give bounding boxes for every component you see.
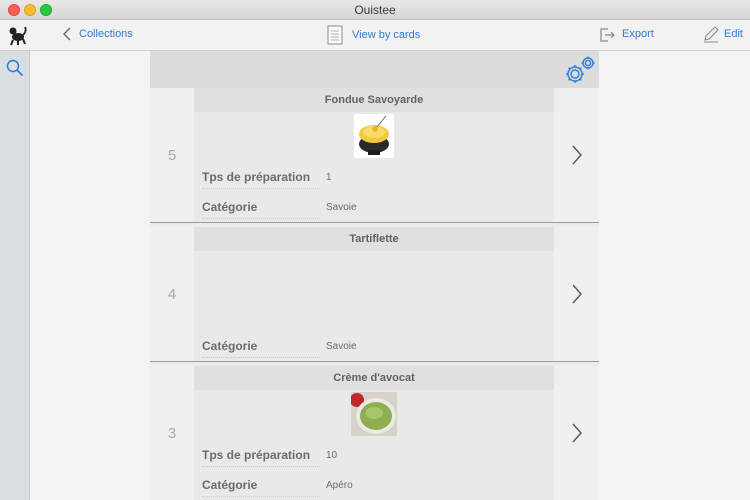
collections-back-button[interactable]: Collections (79, 28, 133, 40)
settings-gear-icon[interactable] (563, 54, 597, 86)
export-button[interactable]: Export (622, 28, 654, 40)
window-titlebar: Ouistee (0, 0, 750, 20)
monkey-logo-icon[interactable] (6, 24, 28, 46)
prep-time-value: 1 (326, 172, 332, 183)
chevron-right-icon (571, 145, 582, 165)
category-value: Savoie (326, 341, 357, 352)
search-icon[interactable] (6, 59, 24, 77)
card-index: 5 (150, 88, 194, 222)
card-body: Tps de préparation 1 Catégorie Savoie (194, 112, 554, 222)
category-label: Catégorie (202, 339, 320, 358)
card-index: 4 (150, 227, 194, 361)
card-body: Tps de préparation 10 Catégorie Apéro (194, 390, 554, 500)
column-header (150, 51, 599, 88)
category-value: Apéro (326, 480, 353, 491)
category-label: Catégorie (202, 200, 320, 219)
card-divider (150, 361, 599, 362)
window-title: Ouistee (354, 3, 396, 17)
category-value: Savoie (326, 202, 357, 213)
card-title: Fondue Savoyarde (194, 88, 554, 112)
view-by-cards-button[interactable]: View by cards (352, 29, 420, 41)
chevron-right-icon (571, 423, 582, 443)
prep-time-label: Tps de préparation (202, 448, 320, 467)
cards-column[interactable]: 5 Fondue Savoyarde Tps de préparation 1 … (150, 51, 599, 500)
chevron-left-icon[interactable] (62, 26, 72, 42)
open-card-button[interactable] (554, 227, 599, 361)
card-index: 3 (150, 366, 194, 500)
prep-time-label: Tps de préparation (202, 170, 320, 189)
prep-time-value: 10 (326, 450, 338, 461)
card-item[interactable]: 3 Crème d'avocat Tps de préparation 10 C… (150, 366, 599, 500)
open-card-button[interactable] (554, 366, 599, 500)
chevron-right-icon (571, 284, 582, 304)
open-card-button[interactable] (554, 88, 599, 222)
card-title: Crème d'avocat (194, 366, 554, 390)
card-item[interactable]: 5 Fondue Savoyarde Tps de préparation 1 … (150, 88, 599, 222)
toolbar: Collections View by cards Export Edit (0, 20, 750, 51)
card-title: Tartiflette (194, 227, 554, 251)
pencil-icon[interactable] (702, 25, 720, 43)
document-icon[interactable] (327, 25, 343, 45)
card-divider (150, 222, 599, 223)
avocado-cream-photo (351, 392, 397, 436)
card-item[interactable]: 4 Tartiflette Catégorie Savoie (150, 227, 599, 361)
card-body: Catégorie Savoie (194, 251, 554, 361)
fondue-photo (354, 114, 394, 158)
export-icon[interactable] (598, 26, 616, 44)
edit-button[interactable]: Edit (724, 28, 743, 40)
left-sidebar (0, 51, 30, 500)
category-label: Catégorie (202, 478, 320, 497)
